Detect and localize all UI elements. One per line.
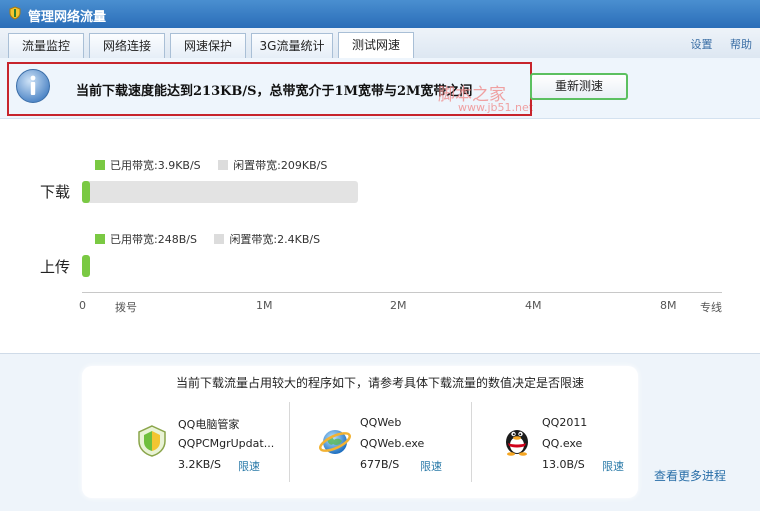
tab-bar: 流量监控 网络连接 网速保护 3G流量统计 测试网速 [0,28,760,59]
download-idle-label: 闲置带宽:209KB/S [233,159,328,172]
download-legend: 已用带宽:3.9KB/S 闲置带宽:209KB/S [95,157,327,173]
program-speed: 677B/S [360,458,400,471]
window-titlebar: 管理网络流量 [0,0,760,28]
download-idle-bar [82,181,358,203]
tick-2m: 2M [390,299,407,312]
program-exe: QQ.exe [542,437,583,450]
upload-label: 上传 [40,258,71,276]
upload-used-label: 已用带宽:248B/S [110,233,197,246]
view-more-processes-link[interactable]: 查看更多进程 [654,467,726,484]
tab-traffic-monitor[interactable]: 流量监控 [8,33,84,58]
highlight-box [7,62,532,116]
tick-0: 0 [79,299,86,312]
retest-button[interactable]: 重新测速 [530,73,628,100]
program-name: QQWeb [360,416,402,429]
tab-speed-protection[interactable]: 网速保护 [170,33,246,58]
tab-speed-test[interactable]: 测试网速 [338,32,414,59]
shield-icon [9,6,21,20]
upload-used-bar [82,255,90,277]
limit-speed-link[interactable]: 限速 [238,458,260,474]
program-name: QQ电脑管家 [178,418,240,431]
settings-link[interactable]: 设置 [691,38,713,51]
idle-swatch [214,234,225,244]
program-speed: 13.0B/S [542,458,585,471]
tab-3g-stats[interactable]: 3G流量统计 [251,33,333,58]
limit-speed-link[interactable]: 限速 [420,458,442,474]
program-name: QQ2011 [542,416,588,429]
program-exe: QQPCMgrUpdat... [178,437,275,450]
tab-network-connections[interactable]: 网络连接 [89,33,165,58]
speed-axis [82,292,722,293]
upload-idle-label: 闲置带宽:2.4KB/S [229,233,321,246]
idle-swatch [218,160,229,170]
tick-dialup: 拨号 [115,301,137,314]
top-links: 设置 帮助 [677,36,753,52]
tick-8m: 8M [660,299,677,312]
download-label: 下载 [40,183,71,201]
program-speed: 3.2KB/S [178,458,221,471]
window-title: 管理网络流量 [28,10,107,25]
used-swatch [95,234,105,244]
column-divider [471,402,472,482]
tick-4m: 4M [525,299,542,312]
program-exe: QQWeb.exe [360,437,425,450]
upload-legend: 已用带宽:248B/S 闲置带宽:2.4KB/S [95,231,320,247]
tick-1m: 1M [256,299,273,312]
used-swatch [95,160,105,170]
column-divider [289,402,290,482]
ie-globe-icon [319,430,351,454]
tick-leased-line: 专线 [700,301,722,314]
help-link[interactable]: 帮助 [730,38,752,51]
programs-title: 当前下载流量占用较大的程序如下，请参考具体下载流量的数值决定是否限速 [175,376,584,390]
qq-pc-manager-icon [138,425,166,457]
download-used-bar [82,181,90,203]
download-used-label: 已用带宽:3.9KB/S [110,159,201,172]
qq-penguin-icon [506,430,528,456]
limit-speed-link[interactable]: 限速 [602,458,624,474]
